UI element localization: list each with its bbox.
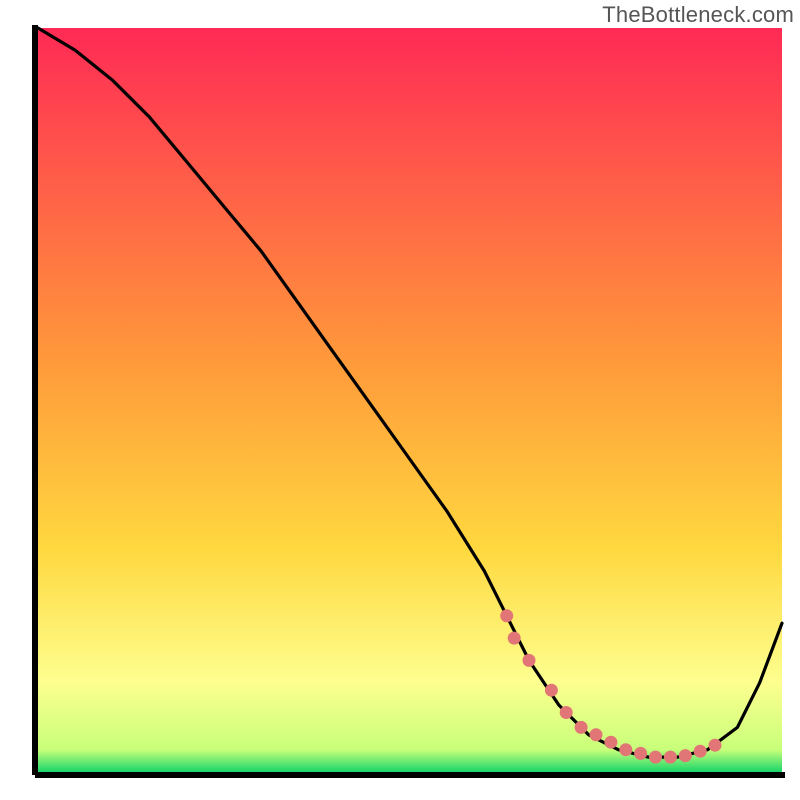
highlight-dot: [649, 751, 662, 764]
highlight-dot: [523, 654, 536, 667]
chart-svg: [0, 0, 800, 800]
highlight-dot: [590, 728, 603, 741]
highlight-dot: [508, 632, 521, 645]
highlight-dot: [545, 684, 558, 697]
highlight-dot: [560, 706, 573, 719]
plot-background: [38, 28, 782, 772]
highlight-dot: [619, 743, 632, 756]
highlight-dot: [575, 721, 588, 734]
highlight-dot: [500, 609, 513, 622]
bottleneck-chart: TheBottleneck.com: [0, 0, 800, 800]
highlight-dot: [664, 751, 677, 764]
watermark-text: TheBottleneck.com: [602, 2, 794, 28]
highlight-dot: [709, 739, 722, 752]
highlight-dot: [604, 736, 617, 749]
highlight-dot: [679, 749, 692, 762]
highlight-dot: [694, 745, 707, 758]
highlight-dot: [634, 747, 647, 760]
